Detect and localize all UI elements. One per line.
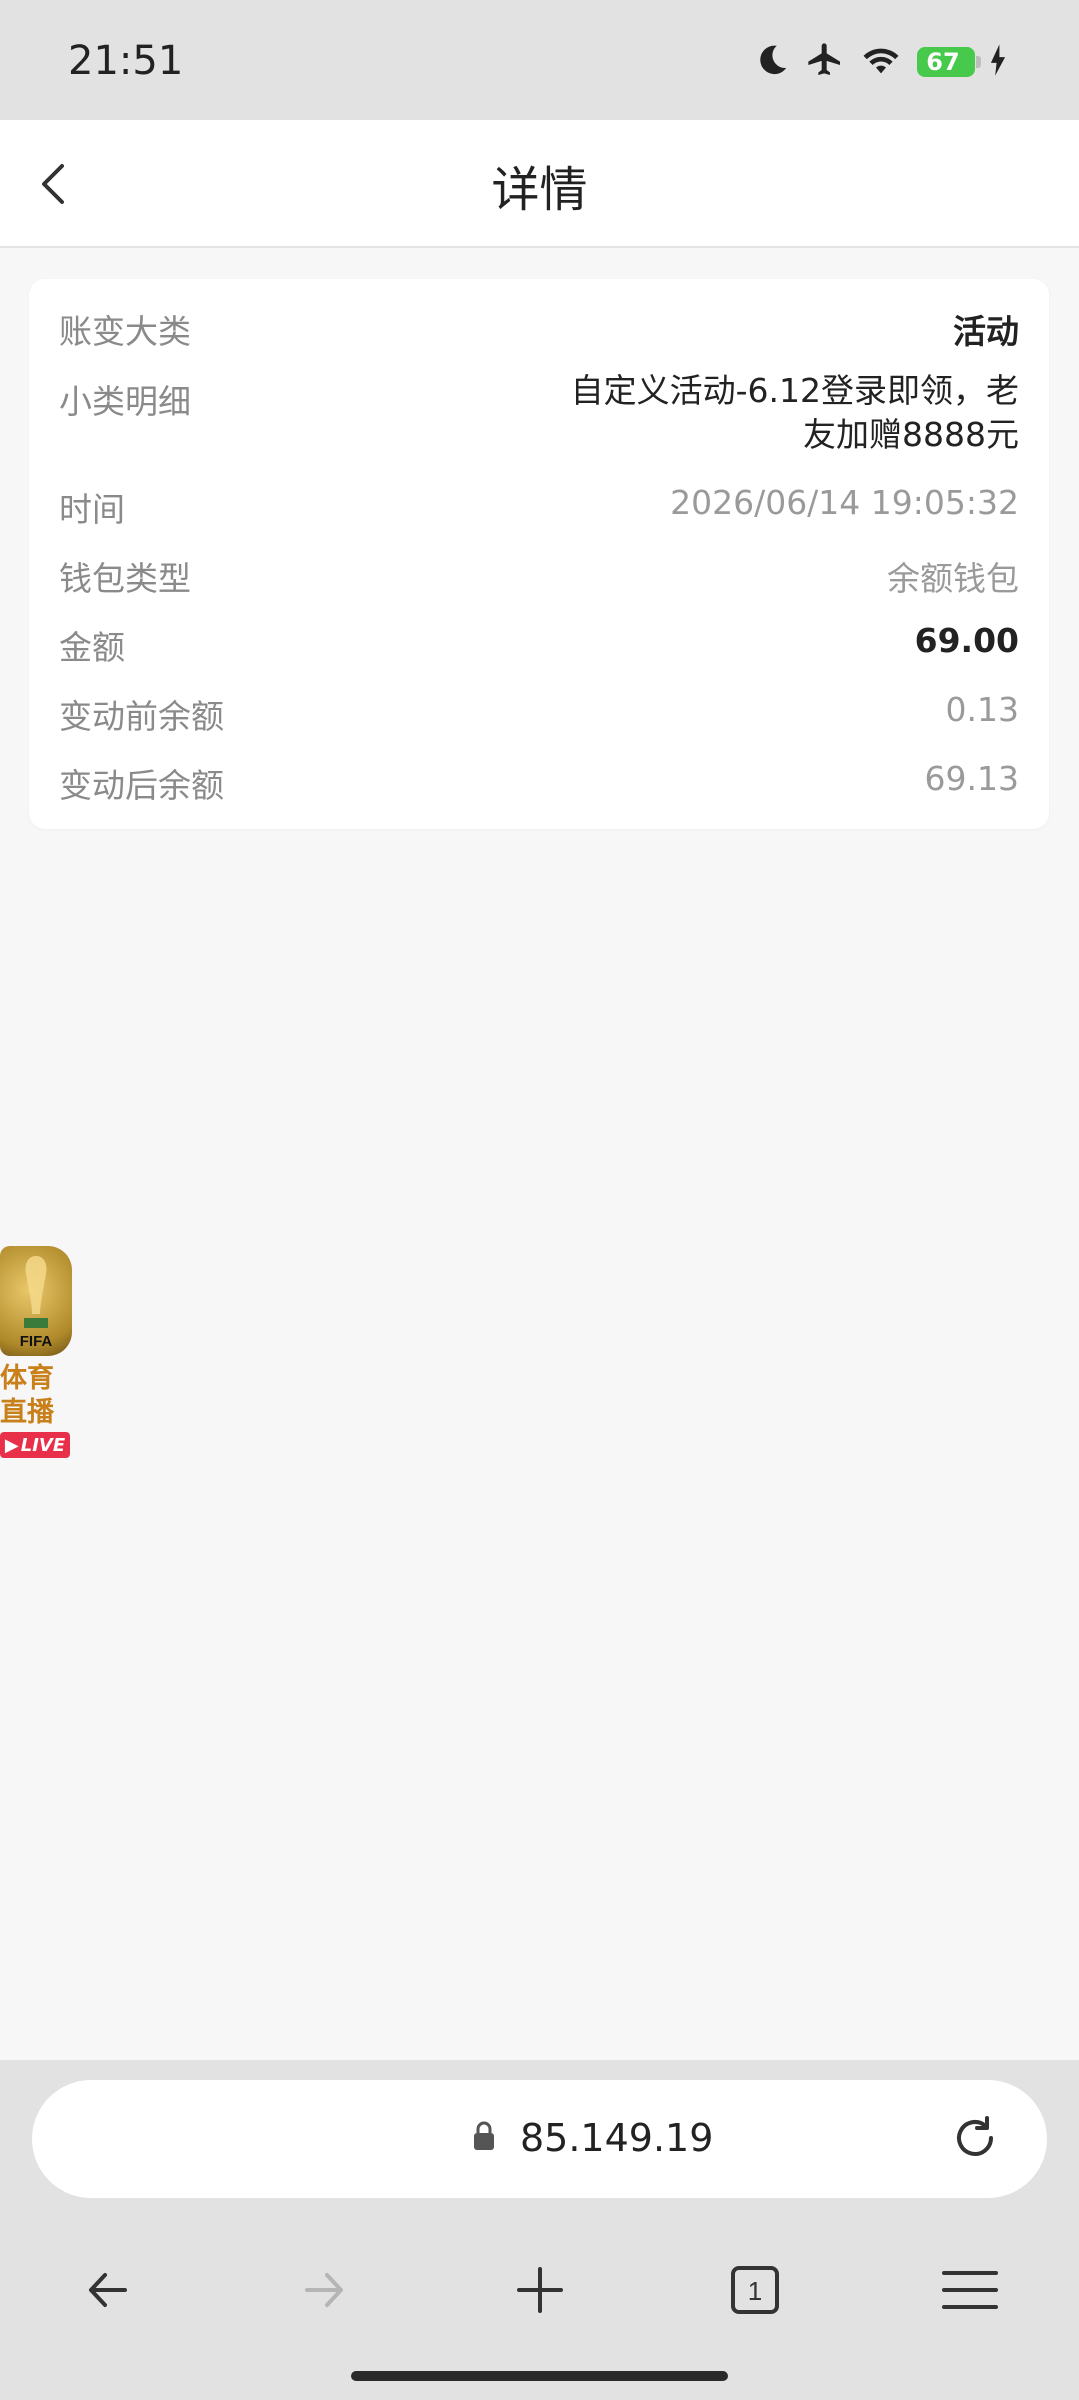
arrow-left-icon (89, 2273, 127, 2307)
detail-value: 活动 (953, 312, 1019, 351)
home-indicator[interactable] (351, 2371, 728, 2381)
live-label: LIVE (20, 1434, 66, 1456)
lock-icon (474, 2121, 494, 2150)
address-bar[interactable]: 85.149.19 (32, 2080, 1047, 2198)
detail-value: 自定义活动-6.12登录即领，老友加赠8888元 (570, 371, 1019, 454)
airplane-icon (805, 40, 845, 84)
moon-icon (753, 41, 791, 83)
tabs-icon: 1 (731, 2266, 779, 2314)
browser-forward-button[interactable] (284, 2250, 364, 2330)
badge-line-1: 体育 (0, 1363, 54, 1394)
live-tag: ▶ LIVE (0, 1432, 70, 1458)
status-icons: 67 (753, 42, 1007, 82)
charging-icon (989, 43, 1007, 81)
browser-back-button[interactable] (68, 2250, 148, 2330)
badge-text: 体育 直播 (0, 1362, 74, 1430)
status-bar: 21:51 67 (0, 0, 1079, 120)
url-text: 85.149.19 (520, 2116, 714, 2160)
menu-button[interactable] (930, 2250, 1010, 2330)
detail-label: 账变大类 (59, 312, 191, 351)
detail-card: 账变大类 活动 小类明细 自定义活动-6.12登录即领，老友加赠8888元 时间… (29, 279, 1049, 829)
hamburger-menu-icon (942, 2271, 998, 2309)
tabs-button[interactable]: 1 (715, 2250, 795, 2330)
detail-label: 变动后余额 (59, 766, 224, 805)
page-header: 详情 (0, 120, 1079, 248)
detail-value: 0.13 (945, 690, 1019, 729)
badge-line-2: 直播 (0, 1397, 54, 1428)
wifi-icon (859, 40, 903, 84)
status-time: 21:51 (68, 38, 184, 84)
tab-count: 1 (748, 2276, 762, 2306)
detail-label: 金额 (59, 628, 125, 667)
detail-value: 2026/06/14 19:05:32 (670, 483, 1019, 522)
detail-label: 变动前余额 (59, 697, 224, 736)
detail-label: 钱包类型 (59, 559, 191, 598)
reload-icon[interactable] (947, 2110, 1003, 2166)
detail-label: 时间 (59, 490, 125, 529)
detail-value: 69.13 (924, 759, 1019, 798)
fifa-label: FIFA (20, 1333, 53, 1350)
new-tab-button[interactable] (500, 2250, 580, 2330)
detail-value: 余额钱包 (887, 559, 1019, 598)
plus-icon (517, 2267, 563, 2313)
page-title: 详情 (491, 162, 588, 218)
detail-label: 小类明细 (59, 382, 191, 421)
arrow-right-icon (305, 2273, 343, 2307)
browser-nav: 1 (0, 2250, 1079, 2330)
play-icon: ▶ (4, 1434, 19, 1456)
browser-toolbar: 85.149.19 1 (0, 2060, 1079, 2400)
detail-value: 69.00 (914, 621, 1019, 660)
fifa-trophy-icon: FIFA (0, 1246, 72, 1356)
sports-live-badge[interactable]: FIFA 体育 直播 ▶ LIVE (0, 1246, 74, 1464)
battery-icon: 67 (917, 47, 981, 77)
